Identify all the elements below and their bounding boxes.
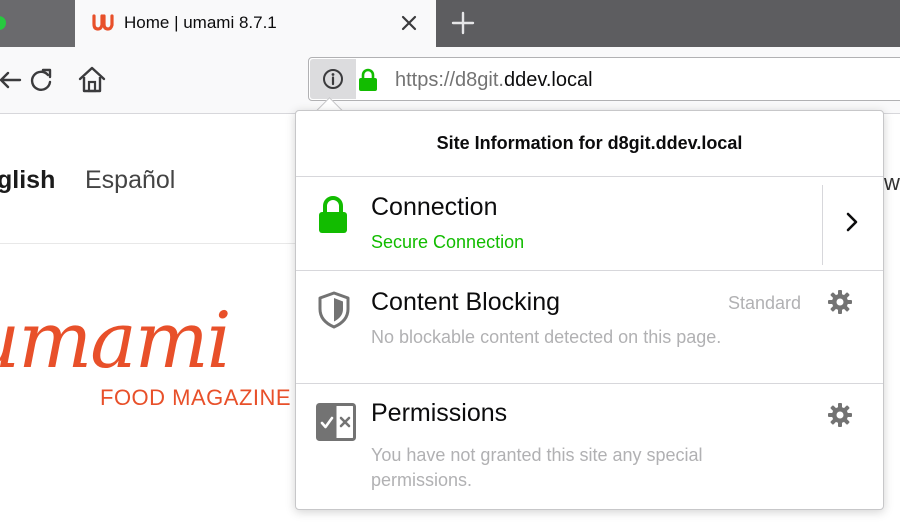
gear-icon[interactable] <box>825 400 855 430</box>
permissions-title: Permissions <box>371 399 508 427</box>
url-text[interactable]: https://d8git.ddev.local <box>395 69 593 92</box>
tab-title: Home | umami 8.7.1 <box>124 13 277 32</box>
url-bar[interactable]: https://d8git.ddev.local <box>308 57 900 101</box>
gear-icon[interactable] <box>825 287 855 317</box>
permissions-description-line1: You have not granted this site any speci… <box>371 445 703 465</box>
home-icon[interactable] <box>76 64 108 96</box>
site-logo[interactable]: umami <box>0 296 232 386</box>
tab-home[interactable]: Home | umami 8.7.1 <box>75 0 436 47</box>
url-prefix: https://d8git. <box>395 69 504 91</box>
tab-strip: Home | umami 8.7.1 <box>0 0 900 47</box>
site-info-button[interactable] <box>310 59 356 99</box>
popup-header: Site Information for d8git.ddev.local <box>296 111 883 177</box>
page-divider <box>0 243 296 244</box>
content-blocking-section[interactable]: Content Blocking Standard No blockable c… <box>296 272 883 384</box>
lock-icon <box>359 68 377 91</box>
close-icon[interactable] <box>396 10 422 36</box>
permissions-description-line2: permissions. <box>371 470 473 490</box>
language-english-link[interactable]: glish <box>0 166 55 195</box>
back-arrow-icon[interactable] <box>0 65 26 95</box>
site-information-popup: Site Information for d8git.ddev.local Co… <box>295 110 884 510</box>
shield-icon <box>318 291 350 329</box>
connection-section[interactable]: Connection Secure Connection <box>296 177 883 271</box>
umami-favicon-icon <box>91 12 115 38</box>
connection-title: Connection <box>371 193 498 221</box>
content-blocking-title: Content Blocking <box>371 288 561 316</box>
content-blocking-level: Standard <box>728 293 802 313</box>
navigation-toolbar: https://d8git.ddev.local <box>0 47 900 114</box>
chevron-right-icon[interactable] <box>841 211 863 233</box>
site-logo-subtitle: FOOD MAGAZINE <box>100 385 292 410</box>
lock-icon <box>319 196 347 233</box>
reload-icon[interactable] <box>26 65 56 95</box>
connection-status: Secure Connection <box>371 232 525 252</box>
page-nav-fragment[interactable]: wo <box>884 170 900 196</box>
content-blocking-description: No blockable content detected on this pa… <box>371 327 722 347</box>
permissions-icon <box>316 403 356 441</box>
new-tab-plus-icon[interactable] <box>448 8 478 38</box>
permissions-section: Permissions You have not granted this si… <box>296 385 883 525</box>
window-zoom-button[interactable] <box>0 16 6 30</box>
url-domain: ddev.local <box>503 69 593 91</box>
tab-previous[interactable] <box>0 0 76 47</box>
info-icon <box>323 69 343 89</box>
language-spanish-link[interactable]: Español <box>85 166 175 195</box>
connection-separator <box>822 185 823 265</box>
